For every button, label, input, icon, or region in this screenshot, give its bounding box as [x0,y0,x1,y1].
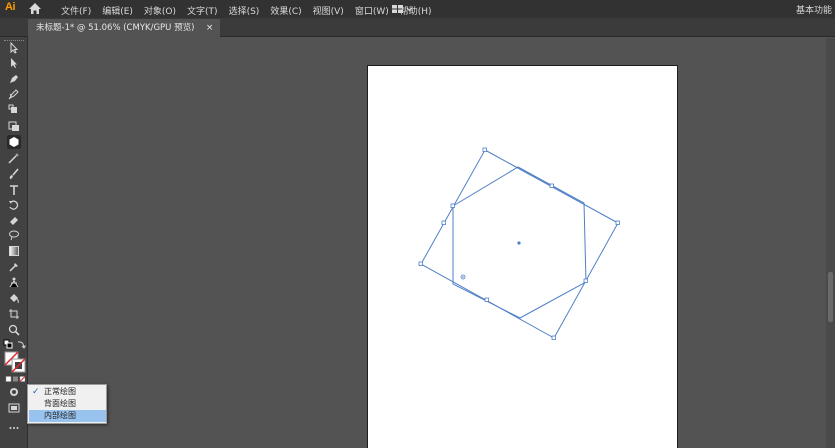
menu-view[interactable]: 视图(V) [313,4,344,17]
type-tool-icon[interactable] [7,183,21,197]
lasso-tool-icon[interactable] [7,228,21,242]
artboard[interactable] [367,65,678,448]
menu-item-label: 正常绘图 [44,387,76,396]
home-icon[interactable] [28,2,42,15]
default-colors-icon[interactable] [3,339,13,349]
menu-effect[interactable]: 效果(C) [270,4,301,17]
eraser-tool-icon[interactable] [7,213,21,227]
paintbrush-tool-icon[interactable] [7,167,21,181]
menu-item-draw-behind[interactable]: 背面绘图 [29,398,106,410]
tools-panel [0,37,28,448]
menu-item-label: 内部绘图 [44,411,76,420]
magic-wand-tool-icon[interactable] [7,151,21,165]
more-tools-icon[interactable] [7,421,21,435]
fill-stroke-swatch[interactable] [4,351,26,373]
document-tab-bar: 未标题-1* @ 51.06% (CMYK/GPU 预览) × [0,18,835,37]
curvature-tool-icon[interactable] [7,87,21,101]
vertical-scrollbar[interactable] [826,38,835,448]
menu-window[interactable]: 窗口(W) [355,4,389,17]
selection-tool-icon[interactable] [7,41,21,55]
artboard-tool-icon[interactable] [7,307,21,321]
gradient-tool-icon[interactable] [7,244,21,258]
draw-inside-mode-icon[interactable] [7,385,21,399]
menu-object[interactable]: 对象(O) [144,4,176,17]
polygon-tool-icon[interactable] [7,135,21,149]
document-tab-title: 未标题-1* @ 51.06% (CMYK/GPU 预览) [36,23,195,33]
app-logo: Ai [5,1,16,13]
document-tab[interactable]: 未标题-1* @ 51.06% (CMYK/GPU 预览) × [28,19,221,37]
screen-mode-icon[interactable] [7,401,21,415]
menu-bar: Ai 文件(F) 编辑(E) 对象(O) 文字(T) 选择(S) 效果(C) 视… [0,0,835,18]
direct-selection-tool-icon[interactable] [7,56,21,70]
color-mode-icons[interactable] [5,376,25,382]
menu-select[interactable]: 选择(S) [229,4,260,17]
menu-type[interactable]: 文字(T) [187,4,218,17]
shape-builder-tool-icon[interactable] [7,119,21,133]
pen-tool-icon[interactable] [7,72,21,86]
menu-item-draw-inside[interactable]: 内部绘图 [29,410,106,422]
draw-mode-menu: ✓ 正常绘图 背面绘图 内部绘图 [27,384,107,424]
rotate-tool-icon[interactable] [7,198,21,212]
blob-brush-tool-icon[interactable] [7,103,21,117]
close-icon[interactable]: × [206,19,214,37]
scrollbar-thumb[interactable] [828,272,833,322]
menu-item-draw-normal[interactable]: ✓ 正常绘图 [29,386,106,398]
eyedropper-tool-icon[interactable] [7,260,21,274]
workspace-switcher[interactable]: 基本功能 [796,3,832,16]
menu-item-label: 背面绘图 [44,399,76,408]
checkmark-icon: ✓ [32,387,40,397]
zoom-tool-icon[interactable] [7,323,21,337]
live-paint-tool-icon[interactable] [7,291,21,305]
swap-colors-icon[interactable] [16,339,26,349]
menu-edit[interactable]: 编辑(E) [102,4,133,17]
puppet-warp-tool-icon[interactable] [7,275,21,289]
arrange-documents-icon[interactable] [391,3,415,15]
menu-file[interactable]: 文件(F) [61,4,91,17]
